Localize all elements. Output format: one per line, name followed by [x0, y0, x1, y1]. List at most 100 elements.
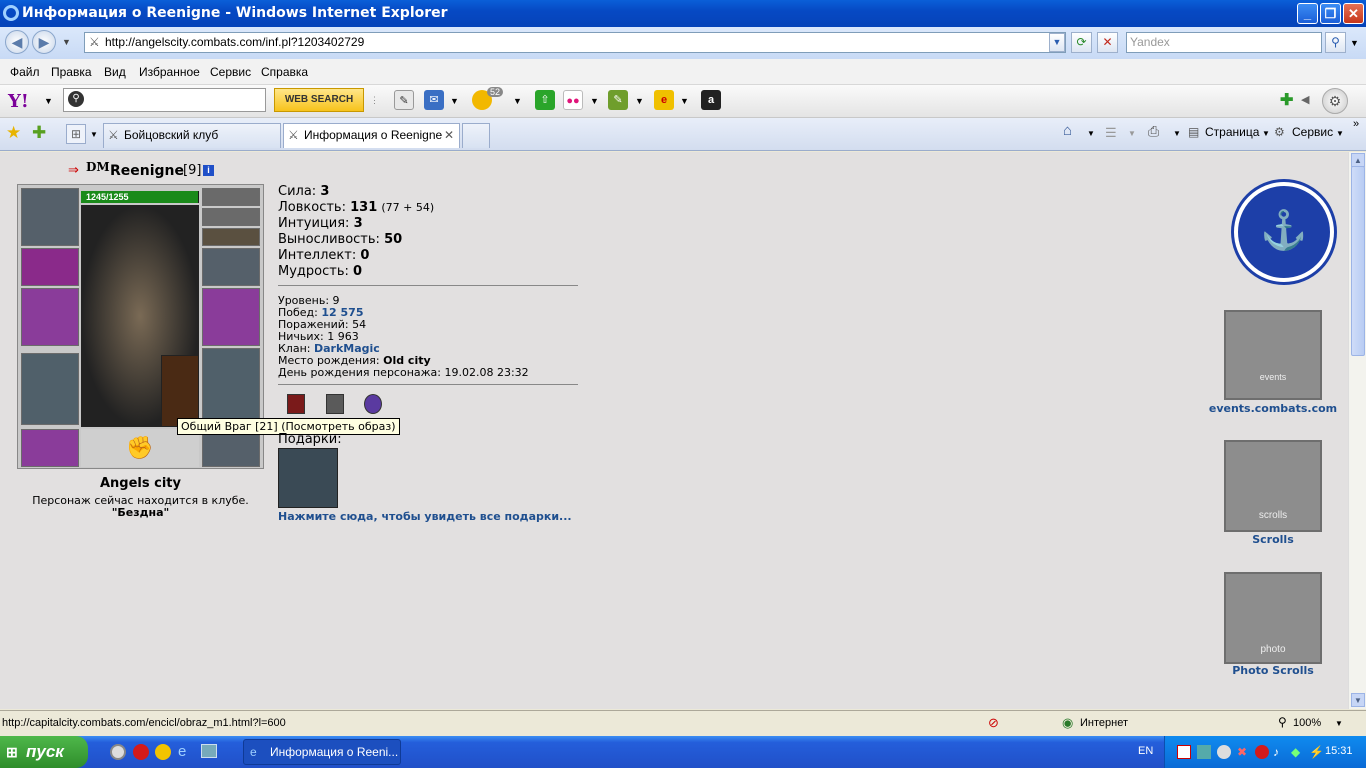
tray-connection-icon[interactable]: ◆: [1291, 745, 1300, 759]
toolbar-scroll-left-icon[interactable]: ◀: [1301, 93, 1309, 106]
yahoo-menu-dropdown-icon[interactable]: ▼: [44, 96, 53, 106]
search-options-icon[interactable]: ▼: [1350, 38, 1359, 48]
flickr-dropdown-icon[interactable]: ▼: [590, 96, 599, 106]
scrolls-banner-icon[interactable]: scrolls: [1224, 440, 1322, 532]
tools-menu-button[interactable]: Сервис: [1292, 125, 1333, 139]
leggings-slot[interactable]: [202, 348, 260, 426]
right-weapon-slot[interactable]: [202, 288, 260, 346]
rings-slot[interactable]: [202, 188, 260, 206]
quick-tabs-icon[interactable]: ⊞: [66, 124, 86, 144]
close-button[interactable]: ✕: [1343, 3, 1364, 24]
forward-button[interactable]: ▶: [32, 30, 56, 54]
left-weapon-slot[interactable]: [21, 288, 79, 346]
armor-slot[interactable]: [21, 353, 79, 425]
ebay-dropdown-icon[interactable]: ▼: [680, 96, 689, 106]
badge-shield-icon[interactable]: [287, 394, 305, 414]
tray-opera-icon[interactable]: [1255, 745, 1269, 759]
tray-security-icon[interactable]: ✖: [1237, 745, 1247, 759]
address-dropdown-icon[interactable]: ▼: [1049, 33, 1065, 52]
info-icon[interactable]: i: [203, 165, 214, 176]
gift-icon[interactable]: [278, 448, 338, 508]
back-button[interactable]: ◀: [5, 30, 29, 54]
home-icon[interactable]: ⌂: [1063, 122, 1072, 139]
tab-list-dropdown-icon[interactable]: ▼: [90, 130, 98, 139]
mail-icon[interactable]: ✉: [424, 90, 444, 110]
tab-fight-club[interactable]: ⚔ Бойцовский клуб: [103, 123, 281, 148]
scroll-thumb[interactable]: [1351, 166, 1365, 356]
add-button-icon[interactable]: ✚: [1280, 90, 1293, 110]
search-input[interactable]: Yandex: [1126, 32, 1322, 53]
home-dropdown-icon[interactable]: ▼: [1087, 129, 1095, 138]
add-favorites-icon[interactable]: ✚: [32, 123, 46, 143]
menu-tools[interactable]: Сервис: [210, 65, 251, 79]
close-tab-icon[interactable]: ✕: [444, 124, 454, 147]
search-icon[interactable]: ⚲: [1325, 32, 1346, 53]
tray-update-icon[interactable]: ⚡: [1309, 745, 1324, 759]
ie-quicklaunch-icon[interactable]: e: [178, 743, 186, 760]
flickr-icon[interactable]: ●●: [563, 90, 583, 110]
settings-gear-icon[interactable]: ⚙: [1322, 88, 1348, 114]
more-commands-icon[interactable]: »: [1353, 118, 1359, 130]
menu-file[interactable]: Файл: [10, 65, 40, 79]
smiley-icon[interactable]: [155, 744, 171, 760]
ebay-icon[interactable]: e: [654, 90, 674, 110]
notepad-icon[interactable]: ✎: [608, 90, 628, 110]
photo-scrolls-link[interactable]: Photo Scrolls: [1198, 664, 1348, 677]
photo-scrolls-banner-icon[interactable]: photo: [1224, 572, 1322, 664]
clock[interactable]: 15:31: [1325, 745, 1353, 757]
scroll-down-icon[interactable]: ▼: [1351, 693, 1365, 707]
tray-clock-icon[interactable]: [1217, 745, 1231, 759]
language-indicator[interactable]: EN: [1138, 745, 1153, 757]
tray-volume-icon[interactable]: ♪: [1273, 745, 1279, 759]
mail-dropdown-icon[interactable]: ▼: [450, 96, 459, 106]
vertical-scrollbar[interactable]: ▲ ▼: [1348, 152, 1366, 709]
maximize-button[interactable]: ❐: [1320, 3, 1341, 24]
menu-favorites[interactable]: Избранное: [139, 65, 200, 79]
history-dropdown-icon[interactable]: ▼: [62, 37, 71, 47]
menu-edit[interactable]: Правка: [51, 65, 92, 79]
zoom-level[interactable]: 100%: [1293, 717, 1321, 729]
favorites-star-icon[interactable]: ★: [6, 123, 21, 143]
quicklaunch-browser-icon[interactable]: [110, 744, 126, 760]
yahoo-logo-icon[interactable]: Y!: [8, 91, 29, 112]
new-tab-button[interactable]: [462, 123, 490, 148]
page-dropdown-icon[interactable]: ▼: [1262, 129, 1270, 138]
address-field[interactable]: ⚔ http://angelscity.combats.com/inf.pl?1…: [84, 32, 1066, 53]
answers-icon[interactable]: ⇧: [535, 90, 555, 110]
events-link[interactable]: events.combats.com: [1198, 402, 1348, 415]
scrolls-link[interactable]: Scrolls: [1198, 533, 1348, 546]
amazon-icon[interactable]: a: [701, 90, 721, 110]
events-banner-icon[interactable]: events: [1224, 310, 1322, 400]
web-search-button[interactable]: WEB SEARCH: [274, 88, 364, 112]
print-icon[interactable]: ⎙: [1148, 123, 1159, 140]
refresh-icon[interactable]: ⟳: [1071, 32, 1092, 53]
notepad-dropdown-icon[interactable]: ▼: [635, 96, 644, 106]
bracers-slot[interactable]: [21, 248, 79, 286]
helmet-slot[interactable]: [21, 188, 79, 246]
start-button[interactable]: ⊞ пуск: [0, 736, 88, 768]
badge-knight-icon[interactable]: [326, 394, 344, 414]
zoom-dropdown-icon[interactable]: ▼: [1335, 719, 1343, 728]
feeds-dropdown-icon[interactable]: ▼: [1128, 129, 1136, 138]
stop-icon[interactable]: ✕: [1097, 32, 1118, 53]
taskbar-ie-window[interactable]: e Информация о Reeni...: [243, 739, 401, 765]
gloves-slot[interactable]: [202, 248, 260, 286]
print-dropdown-icon[interactable]: ▼: [1173, 129, 1181, 138]
messenger-dropdown-icon[interactable]: ▼: [513, 96, 522, 106]
all-gifts-link[interactable]: Нажмите сюда, чтобы увидеть все подарки.…: [278, 510, 572, 523]
tools-dropdown-icon[interactable]: ▼: [1336, 129, 1344, 138]
badge-order-icon[interactable]: [364, 394, 382, 414]
tray-network-icon[interactable]: [1197, 745, 1211, 759]
page-menu-button[interactable]: Страница: [1205, 125, 1259, 139]
tab-character-info[interactable]: ⚔ Информация о Reenigne ✕: [283, 123, 460, 148]
popup-blocker-icon[interactable]: ⊘: [988, 715, 999, 731]
menu-view[interactable]: Вид: [104, 65, 126, 79]
menu-help[interactable]: Справка: [261, 65, 308, 79]
feeds-icon[interactable]: ☰: [1105, 125, 1117, 141]
belt-slot[interactable]: [21, 429, 79, 467]
minimize-button[interactable]: _: [1297, 3, 1318, 24]
pet-icon[interactable]: [161, 355, 199, 427]
tray-app-icon[interactable]: [1177, 745, 1191, 759]
pencil-icon[interactable]: ✎: [394, 90, 414, 110]
clan-logo-icon[interactable]: ⚓: [1234, 182, 1334, 282]
